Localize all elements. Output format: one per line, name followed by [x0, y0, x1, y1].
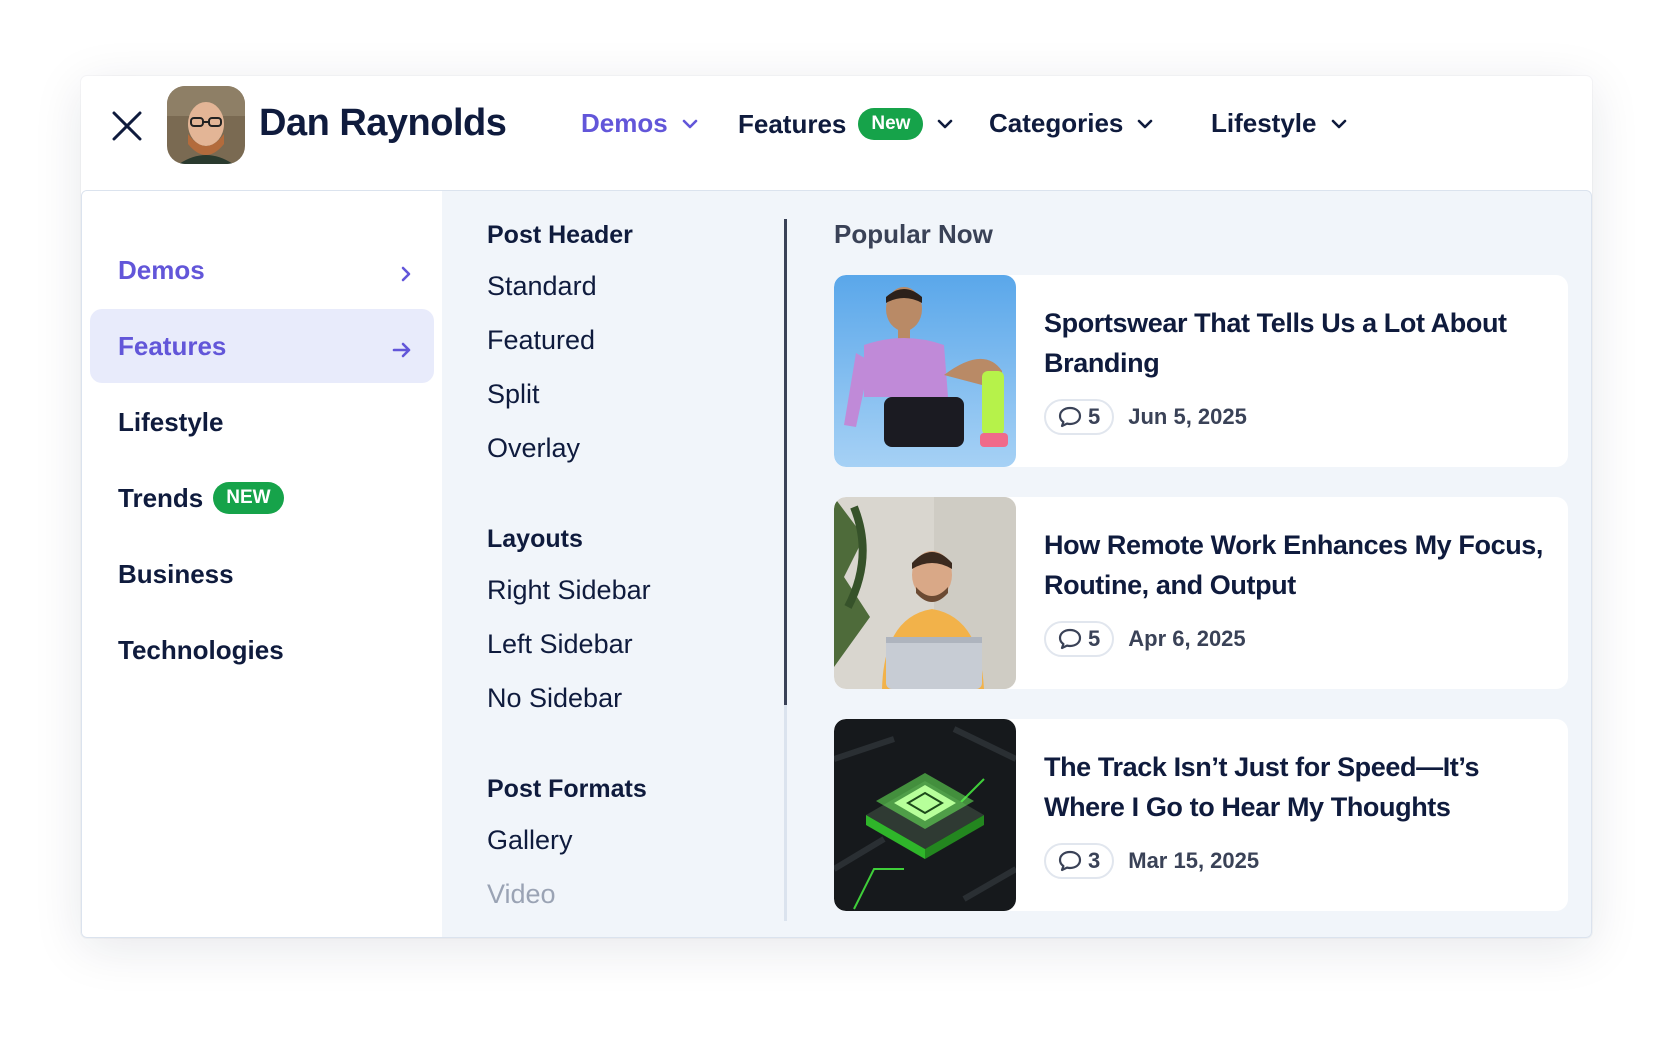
- category-label: Lifestyle: [118, 406, 224, 437]
- chevron-down-icon: [1331, 119, 1347, 129]
- submenu-links: Post Header Standard Featured Split Over…: [487, 191, 787, 937]
- post-card[interactable]: Sportswear That Tells Us a Lot About Bra…: [834, 275, 1568, 467]
- popular-posts: Popular Now Sportswear That Tells Us a L…: [834, 191, 1574, 937]
- category-label: Trends: [118, 482, 204, 513]
- chevron-down-icon: [682, 119, 698, 129]
- popular-title: Popular Now: [834, 219, 993, 249]
- chevron-down-icon: [1137, 119, 1153, 129]
- comments-value: 5: [1088, 626, 1101, 651]
- comments-count[interactable]: 3: [1044, 843, 1115, 879]
- section-title-post-formats: Post Formats: [487, 775, 647, 803]
- link-standard[interactable]: Standard: [487, 271, 597, 302]
- nav-lifestyle[interactable]: Lifestyle: [1211, 108, 1347, 139]
- new-badge: New: [858, 108, 924, 140]
- post-meta: 3 Mar 15, 2025: [1044, 843, 1259, 879]
- scroll-indicator[interactable]: [784, 219, 787, 705]
- category-label: Business: [118, 558, 234, 589]
- post-date: Mar 15, 2025: [1128, 848, 1260, 873]
- post-meta: 5 Jun 5, 2025: [1044, 399, 1247, 435]
- brand-name[interactable]: Dan Raynolds: [259, 102, 507, 145]
- post-title[interactable]: Sportswear That Tells Us a Lot About Bra…: [1044, 303, 1544, 383]
- post-thumbnail[interactable]: [834, 719, 1016, 911]
- comment-icon: [1058, 850, 1082, 872]
- scroll-track: [784, 705, 787, 921]
- link-left-sidebar[interactable]: Left Sidebar: [487, 629, 633, 660]
- link-gallery[interactable]: Gallery: [487, 825, 573, 856]
- post-date: Apr 6, 2025: [1128, 626, 1246, 651]
- section-title-post-header: Post Header: [487, 221, 633, 249]
- comments-count[interactable]: 5: [1044, 621, 1115, 657]
- header: Dan Raynolds Demos Features New Categori…: [81, 76, 1592, 178]
- mega-menu-window: Dan Raynolds Demos Features New Categori…: [81, 76, 1592, 938]
- comments-value: 5: [1088, 404, 1101, 429]
- category-trends[interactable]: Trends NEW: [90, 461, 434, 535]
- comment-icon: [1058, 406, 1082, 428]
- category-label: Features: [118, 330, 227, 361]
- new-badge: NEW: [213, 482, 284, 514]
- nav-features[interactable]: Features New: [738, 108, 953, 140]
- post-card[interactable]: The Track Isn’t Just for Speed—It’s Wher…: [834, 719, 1568, 911]
- comments-count[interactable]: 5: [1044, 399, 1115, 435]
- link-featured[interactable]: Featured: [487, 325, 595, 356]
- category-business[interactable]: Business: [90, 537, 434, 611]
- nav-lifestyle-label: Lifestyle: [1211, 108, 1317, 138]
- post-date: Jun 5, 2025: [1128, 404, 1247, 429]
- close-icon: [112, 111, 142, 141]
- post-thumbnail[interactable]: [834, 497, 1016, 689]
- nav-categories-label: Categories: [989, 108, 1124, 138]
- link-right-sidebar[interactable]: Right Sidebar: [487, 575, 651, 606]
- section-title-layouts: Layouts: [487, 525, 583, 553]
- post-thumbnail[interactable]: [834, 275, 1016, 467]
- link-split[interactable]: Split: [487, 379, 540, 410]
- category-label: Demos: [118, 254, 205, 285]
- category-lifestyle[interactable]: Lifestyle: [90, 385, 434, 459]
- chevron-down-icon: [937, 119, 953, 129]
- post-meta: 5 Apr 6, 2025: [1044, 621, 1246, 657]
- post-title[interactable]: The Track Isn’t Just for Speed—It’s Wher…: [1044, 747, 1544, 827]
- mega-menu-dropdown: Demos Features Lifestyle Trends NEW Busi…: [81, 190, 1592, 938]
- category-technologies[interactable]: Technologies: [90, 613, 434, 687]
- link-overlay[interactable]: Overlay: [487, 433, 580, 464]
- nav-features-label: Features: [738, 108, 847, 139]
- chevron-right-icon: [400, 259, 412, 290]
- post-card[interactable]: How Remote Work Enhances My Focus, Routi…: [834, 497, 1568, 689]
- category-features[interactable]: Features: [90, 309, 434, 383]
- link-no-sidebar[interactable]: No Sidebar: [487, 683, 622, 714]
- avatar[interactable]: [167, 86, 245, 164]
- category-demos[interactable]: Demos: [90, 233, 434, 307]
- link-video[interactable]: Video: [487, 879, 556, 910]
- category-label: Technologies: [118, 634, 284, 665]
- category-list: Demos Features Lifestyle Trends NEW Busi…: [82, 191, 442, 937]
- arrow-right-icon: [392, 335, 412, 366]
- nav-demos[interactable]: Demos: [581, 108, 698, 139]
- post-title[interactable]: How Remote Work Enhances My Focus, Routi…: [1044, 525, 1544, 605]
- nav-categories[interactable]: Categories: [989, 108, 1153, 139]
- close-button[interactable]: [107, 106, 147, 146]
- comment-icon: [1058, 628, 1082, 650]
- nav-demos-label: Demos: [581, 108, 668, 138]
- comments-value: 3: [1088, 848, 1101, 873]
